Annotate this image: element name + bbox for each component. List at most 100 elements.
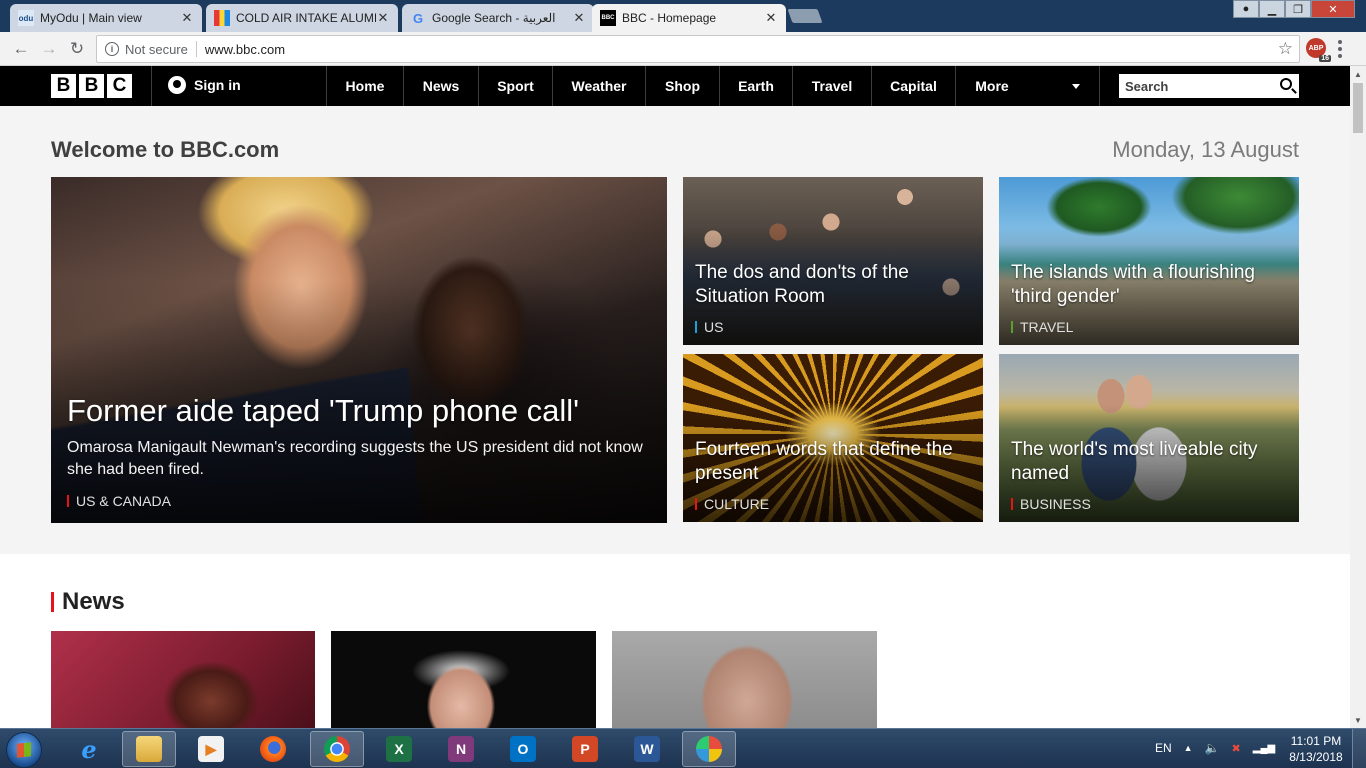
info-icon[interactable]: i: [105, 42, 119, 56]
back-button[interactable]: ←: [10, 38, 32, 60]
signal-icon[interactable]: ▂▄▆: [1253, 743, 1275, 754]
scroll-thumb[interactable]: [1353, 83, 1363, 133]
google-favicon-icon: G: [412, 10, 424, 26]
story-tag[interactable]: CULTURE: [695, 496, 769, 512]
user-icon: [168, 76, 186, 94]
tag-marker: [1011, 498, 1013, 510]
nav-divider: [1099, 66, 1100, 106]
firefox-icon[interactable]: [246, 731, 300, 767]
story-card-third-gender[interactable]: The islands with a flourishing 'third ge…: [999, 177, 1299, 345]
volume-icon[interactable]: 🔈: [1205, 741, 1220, 755]
scroll-down-icon[interactable]: ▼: [1350, 712, 1366, 728]
story-tag[interactable]: TRAVEL: [1011, 319, 1073, 335]
start-button[interactable]: [6, 732, 42, 768]
nav-sport[interactable]: Sport: [479, 66, 552, 106]
news-card-image[interactable]: [331, 631, 596, 728]
bbc-logo[interactable]: B B C: [51, 74, 132, 98]
excel-icon[interactable]: X: [372, 731, 426, 767]
main-story-tag[interactable]: US & CANADA: [67, 493, 171, 509]
powerpoint-icon[interactable]: P: [558, 731, 612, 767]
story-headline[interactable]: The dos and don'ts of the Situation Room: [695, 261, 971, 309]
nav-divider: [151, 66, 152, 106]
close-window-button[interactable]: ✕: [1311, 0, 1355, 18]
search-input[interactable]: Search: [1119, 74, 1299, 98]
story-tag[interactable]: US: [695, 319, 723, 335]
story-headline[interactable]: The islands with a flourishing 'third ge…: [1011, 261, 1287, 309]
tag-marker: [1011, 321, 1013, 333]
browser-menu-icon[interactable]: [1338, 40, 1342, 58]
bbc-masthead: B B C Sign in Home News Sport Weather Sh…: [0, 66, 1350, 106]
address-bar[interactable]: i Not secure www.bbc.com ☆: [96, 35, 1300, 63]
main-story-summary: Omarosa Manigault Newman's recording sug…: [67, 439, 643, 478]
forward-button[interactable]: →: [38, 38, 60, 60]
file-explorer-icon[interactable]: [122, 731, 176, 767]
tag-marker: [67, 495, 69, 507]
internet-explorer-icon[interactable]: e: [62, 731, 116, 767]
tag-marker: [695, 498, 697, 510]
page-viewport: B B C Sign in Home News Sport Weather Sh…: [0, 66, 1350, 728]
news-section-heading[interactable]: News: [51, 588, 125, 616]
profile-icon[interactable]: ●: [1233, 0, 1259, 18]
language-indicator[interactable]: EN: [1155, 741, 1172, 755]
story-card-fourteen-words[interactable]: Fourteen words that define the present C…: [683, 354, 983, 522]
tab-myodu[interactable]: odu MyOdu | Main view ✕: [10, 4, 202, 32]
url-text[interactable]: www.bbc.com: [205, 42, 285, 57]
word-icon[interactable]: W: [620, 731, 674, 767]
window-controls: ● ▁ ❐ ✕: [1233, 0, 1355, 18]
news-card-image[interactable]: [51, 631, 315, 728]
show-hidden-icons-icon[interactable]: ▲: [1184, 743, 1193, 753]
scroll-up-icon[interactable]: ▲: [1350, 66, 1366, 82]
paint-icon[interactable]: [682, 731, 736, 767]
bookmark-star-icon[interactable]: ☆: [1278, 39, 1293, 59]
network-error-icon[interactable]: ✖: [1232, 742, 1241, 755]
news-card-image[interactable]: [612, 631, 877, 728]
nav-weather[interactable]: Weather: [553, 66, 645, 106]
nav-earth[interactable]: Earth: [720, 66, 792, 106]
adblock-extension-icon[interactable]: ABP 16: [1306, 38, 1331, 62]
tab-cold-air-intake[interactable]: COLD AIR INTAKE ALUMI ✕: [206, 4, 398, 32]
extension-badge: 16: [1319, 55, 1331, 62]
maximize-button[interactable]: ❐: [1285, 0, 1311, 18]
nav-home[interactable]: Home: [327, 66, 403, 106]
security-label[interactable]: Not secure: [125, 42, 188, 57]
story-card-situation-room[interactable]: The dos and don'ts of the Situation Room…: [683, 177, 983, 345]
tab-google-search[interactable]: G Google Search - العربية ✕: [402, 4, 594, 32]
current-date: Monday, 13 August: [1112, 137, 1299, 162]
search-icon[interactable]: [1280, 78, 1292, 90]
close-tab-icon[interactable]: ✕: [376, 10, 390, 26]
media-player-icon[interactable]: ▶: [184, 731, 238, 767]
main-story-card[interactable]: Former aide taped 'Trump phone call' Oma…: [51, 177, 667, 523]
story-headline[interactable]: Fourteen words that define the present: [695, 438, 971, 486]
tab-bbc-homepage[interactable]: BBC BBC - Homepage ✕: [592, 4, 786, 32]
nav-capital[interactable]: Capital: [872, 66, 955, 106]
nav-shop[interactable]: Shop: [646, 66, 719, 106]
close-tab-icon[interactable]: ✕: [572, 10, 586, 26]
section-marker: [51, 592, 54, 612]
page-title: Welcome to BBC.com: [51, 137, 280, 162]
chrome-icon[interactable]: [310, 731, 364, 767]
nav-more[interactable]: More: [956, 66, 1028, 106]
taskbar-clock[interactable]: 11:01 PM 8/13/2018: [1285, 733, 1347, 765]
close-tab-icon[interactable]: ✕: [180, 10, 194, 26]
new-tab-button[interactable]: [787, 9, 823, 23]
nav-travel[interactable]: Travel: [793, 66, 871, 106]
outlook-icon[interactable]: O: [496, 731, 550, 767]
minimize-button[interactable]: ▁: [1259, 0, 1285, 18]
nav-news[interactable]: News: [404, 66, 478, 106]
close-tab-icon[interactable]: ✕: [764, 10, 778, 26]
tag-marker: [695, 321, 697, 333]
chevron-down-icon[interactable]: [1072, 84, 1080, 89]
reload-button[interactable]: ↻: [66, 38, 88, 60]
bbc-favicon-icon: BBC: [600, 10, 616, 26]
sign-in-link[interactable]: Sign in: [168, 76, 241, 94]
store-favicon-icon: [214, 10, 230, 26]
onenote-icon[interactable]: N: [434, 731, 488, 767]
browser-toolbar: ← → ↻ i Not secure www.bbc.com ☆: [0, 32, 1366, 66]
show-desktop-button[interactable]: [1352, 729, 1366, 768]
story-headline[interactable]: The world's most liveable city named: [1011, 438, 1287, 486]
page-scrollbar[interactable]: ▲ ▼: [1350, 66, 1366, 728]
main-story-headline[interactable]: Former aide taped 'Trump phone call': [67, 393, 655, 429]
story-card-liveable-city[interactable]: The world's most liveable city named BUS…: [999, 354, 1299, 522]
odu-favicon-icon: odu: [18, 10, 34, 26]
story-tag[interactable]: BUSINESS: [1011, 496, 1091, 512]
